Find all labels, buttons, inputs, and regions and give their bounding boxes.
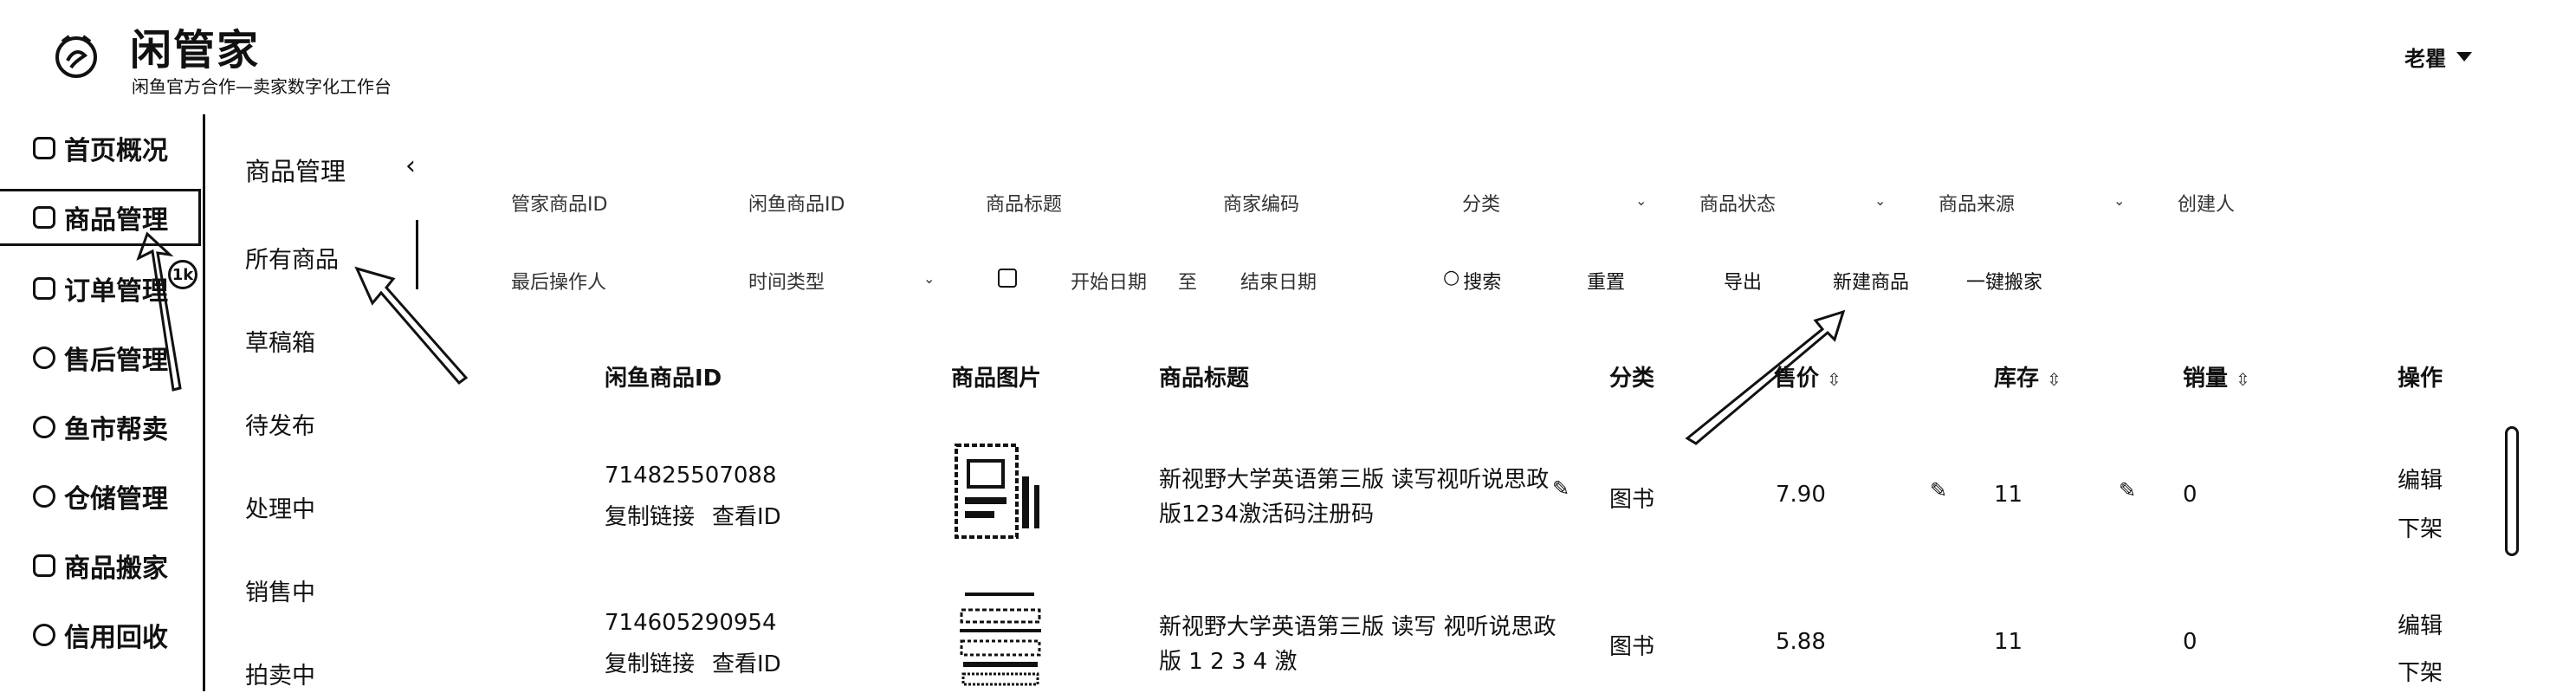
annotation-arrow bbox=[1685, 309, 1846, 445]
annotation-arrow bbox=[136, 231, 182, 392]
annotation-arrow bbox=[354, 266, 469, 385]
annotation-arrows bbox=[136, 231, 1846, 445]
